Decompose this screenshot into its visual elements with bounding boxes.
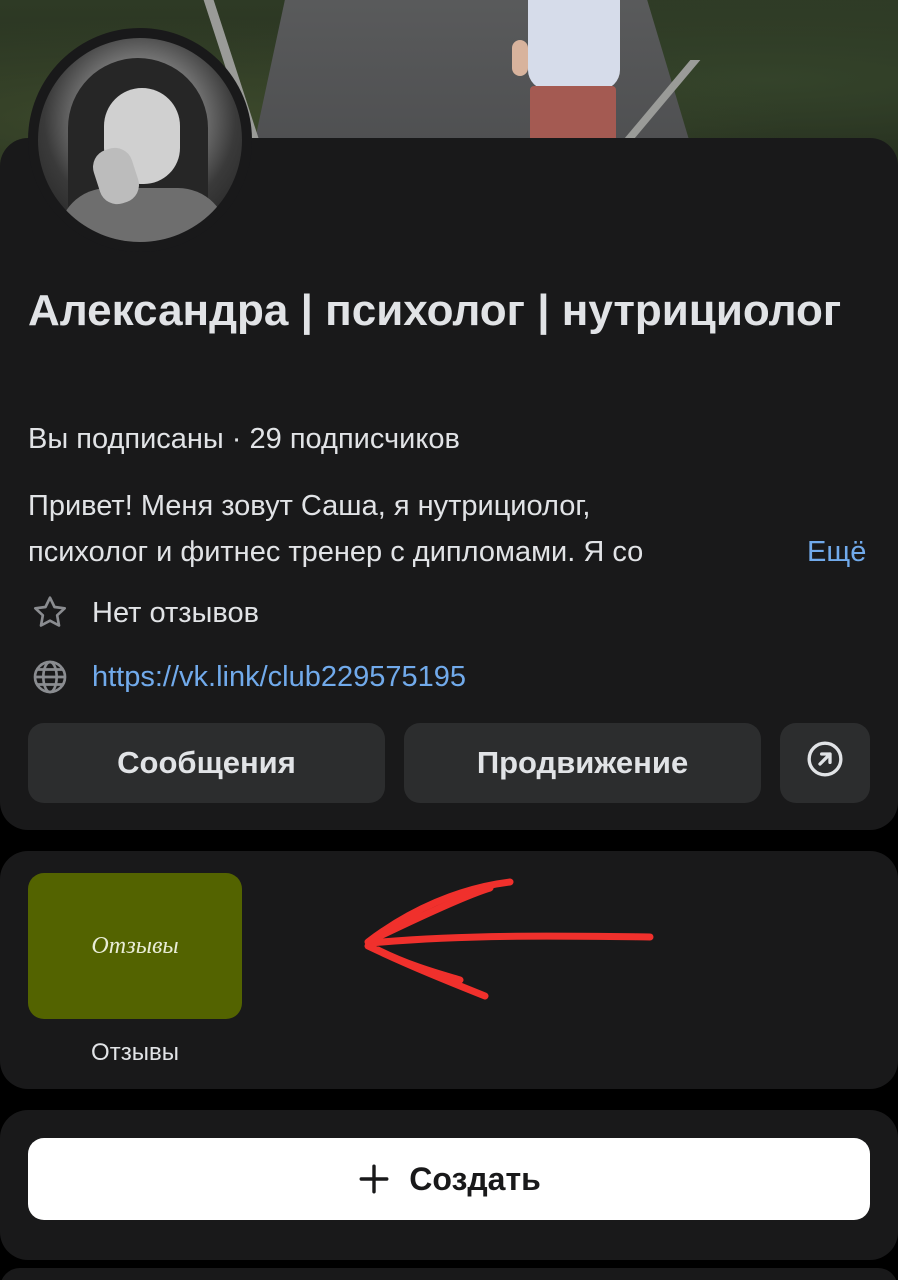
profile-description: Привет! Меня зовут Саша, я нутрициолог, … <box>28 483 878 575</box>
description-line: Привет! Меня зовут Саша, я нутрициолог, <box>28 490 591 522</box>
description-line: психолог и фитнес тренер с дипломами. Я … <box>28 536 644 568</box>
promotion-button[interactable]: Продвижение <box>404 723 761 803</box>
annotation-arrow <box>364 878 654 1000</box>
website-link[interactable]: https://vk.link/club229575195 <box>92 661 466 694</box>
globe-icon <box>28 655 72 699</box>
messages-button[interactable]: Сообщения <box>28 723 385 803</box>
next-card <box>0 1268 898 1280</box>
share-arrow-icon <box>805 739 845 787</box>
album-caption[interactable]: Отзывы <box>28 1039 242 1067</box>
create-button-label: Создать <box>409 1160 541 1197</box>
subscription-status[interactable]: Вы подписаны · 29 подписчиков <box>28 420 460 458</box>
page-title: Александра | психолог | нутрициолог <box>28 286 842 335</box>
create-button[interactable]: Создать <box>28 1138 870 1220</box>
share-button[interactable] <box>780 723 870 803</box>
album-cover-text: Отзывы <box>91 932 179 959</box>
avatar[interactable] <box>28 28 252 252</box>
reviews-row[interactable]: Нет отзывов <box>28 591 259 635</box>
show-more-link[interactable]: Ещё <box>807 529 866 575</box>
reviews-text: Нет отзывов <box>92 596 259 629</box>
star-icon <box>28 591 72 635</box>
album-cover[interactable]: Отзывы <box>28 873 242 1019</box>
link-row[interactable]: https://vk.link/club229575195 <box>28 655 466 699</box>
plus-icon <box>359 1164 389 1194</box>
